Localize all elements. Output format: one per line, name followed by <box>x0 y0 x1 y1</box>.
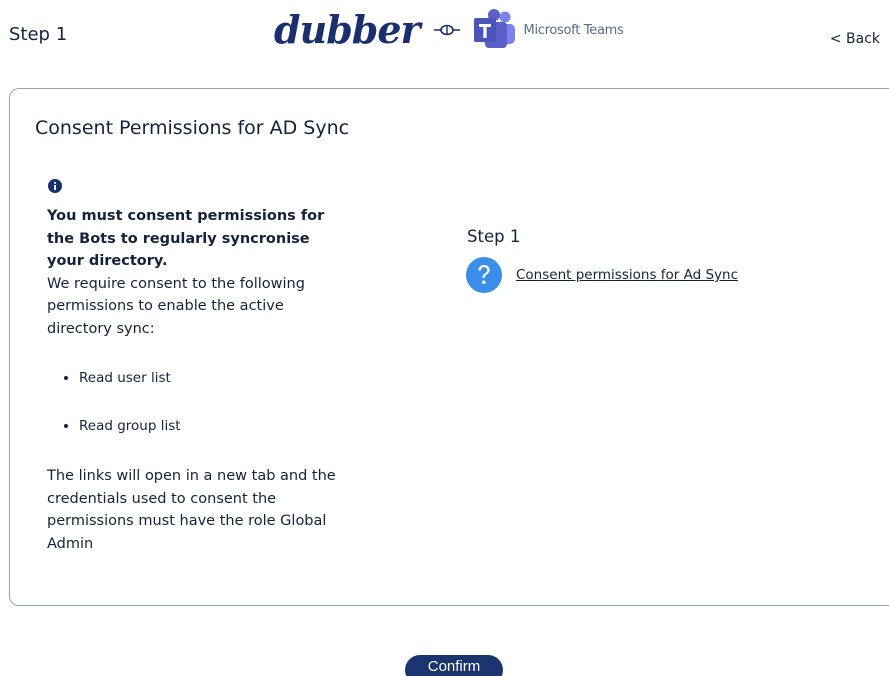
consent-step-item: Consent permissions for Ad Sync <box>466 257 738 293</box>
brand-banner: dubber Microsoft Teams <box>274 6 624 54</box>
confirm-button[interactable]: Confirm <box>405 655 503 676</box>
header-step-label: Step 1 <box>9 24 68 45</box>
card-title: Consent Permissions for AD Sync <box>35 117 350 139</box>
info-icon <box>48 179 62 193</box>
consent-description: We require consent to the following perm… <box>47 275 305 337</box>
consent-card: Consent Permissions for AD Sync You must… <box>9 88 889 606</box>
microsoft-teams-icon <box>473 9 515 48</box>
info-panel: You must consent permissions for the Bot… <box>47 205 347 555</box>
question-icon <box>466 257 502 293</box>
step-heading: Step 1 <box>467 227 521 246</box>
consent-footnote: The links will open in a new tab and the… <box>47 468 336 552</box>
dubber-logo: dubber <box>274 7 421 52</box>
consent-warning: You must consent permissions for the Bot… <box>47 208 325 269</box>
consent-permissions-link[interactable]: Consent permissions for Ad Sync <box>516 267 738 283</box>
back-link[interactable]: < Back <box>830 31 880 47</box>
microsoft-teams-label: Microsoft Teams <box>523 22 624 38</box>
link-icon <box>433 24 460 36</box>
permission-item: Read group list <box>64 415 347 437</box>
page: Step 1 dubber Microsoft Teams < Back Con… <box>0 0 889 676</box>
permission-item: Read user list <box>64 367 347 389</box>
permissions-list: Read user list Read group list <box>47 367 347 437</box>
